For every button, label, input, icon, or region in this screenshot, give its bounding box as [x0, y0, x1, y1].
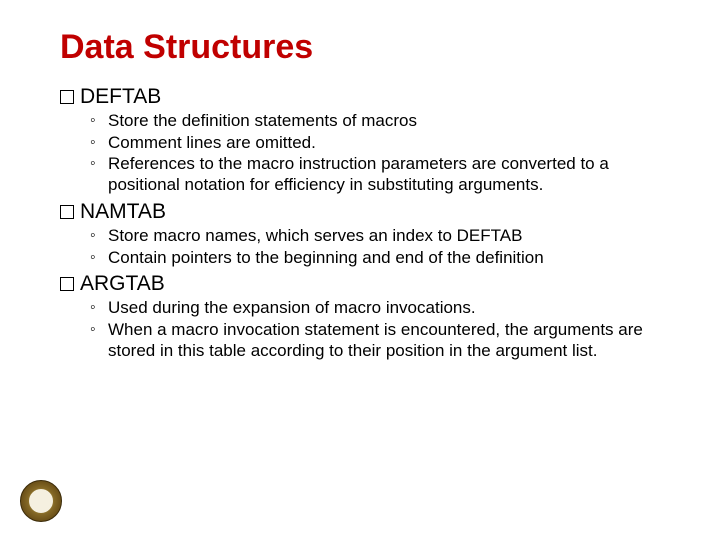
sub-list-argtab: Used during the expansion of macro invoc…: [60, 298, 660, 361]
list-item: References to the macro instruction para…: [90, 154, 660, 195]
section-name: NAMTAB: [80, 200, 166, 224]
checkbox-icon: [60, 277, 74, 291]
slide: Data Structures DEFTAB Store the definit…: [0, 0, 720, 540]
checkbox-icon: [60, 205, 74, 219]
section-name: ARGTAB: [80, 272, 165, 296]
section-header-argtab: ARGTAB: [60, 272, 660, 296]
logo-emblem: [20, 480, 62, 522]
list-item: When a macro invocation statement is enc…: [90, 320, 660, 361]
list-item: Used during the expansion of macro invoc…: [90, 298, 660, 319]
section-name: DEFTAB: [80, 85, 161, 109]
list-item: Store macro names, which serves an index…: [90, 226, 660, 247]
sub-list-deftab: Store the definition statements of macro…: [60, 111, 660, 196]
section-header-deftab: DEFTAB: [60, 85, 660, 109]
section-namtab: NAMTAB Store macro names, which serves a…: [60, 200, 660, 268]
section-argtab: ARGTAB Used during the expansion of macr…: [60, 272, 660, 361]
list-item: Store the definition statements of macro…: [90, 111, 660, 132]
seal-inner-icon: [28, 488, 54, 514]
page-title: Data Structures: [60, 28, 660, 67]
seal-icon: [20, 480, 62, 522]
section-deftab: DEFTAB Store the definition statements o…: [60, 85, 660, 196]
list-item: Contain pointers to the beginning and en…: [90, 248, 660, 269]
section-header-namtab: NAMTAB: [60, 200, 660, 224]
sub-list-namtab: Store macro names, which serves an index…: [60, 226, 660, 268]
list-item: Comment lines are omitted.: [90, 133, 660, 154]
checkbox-icon: [60, 90, 74, 104]
